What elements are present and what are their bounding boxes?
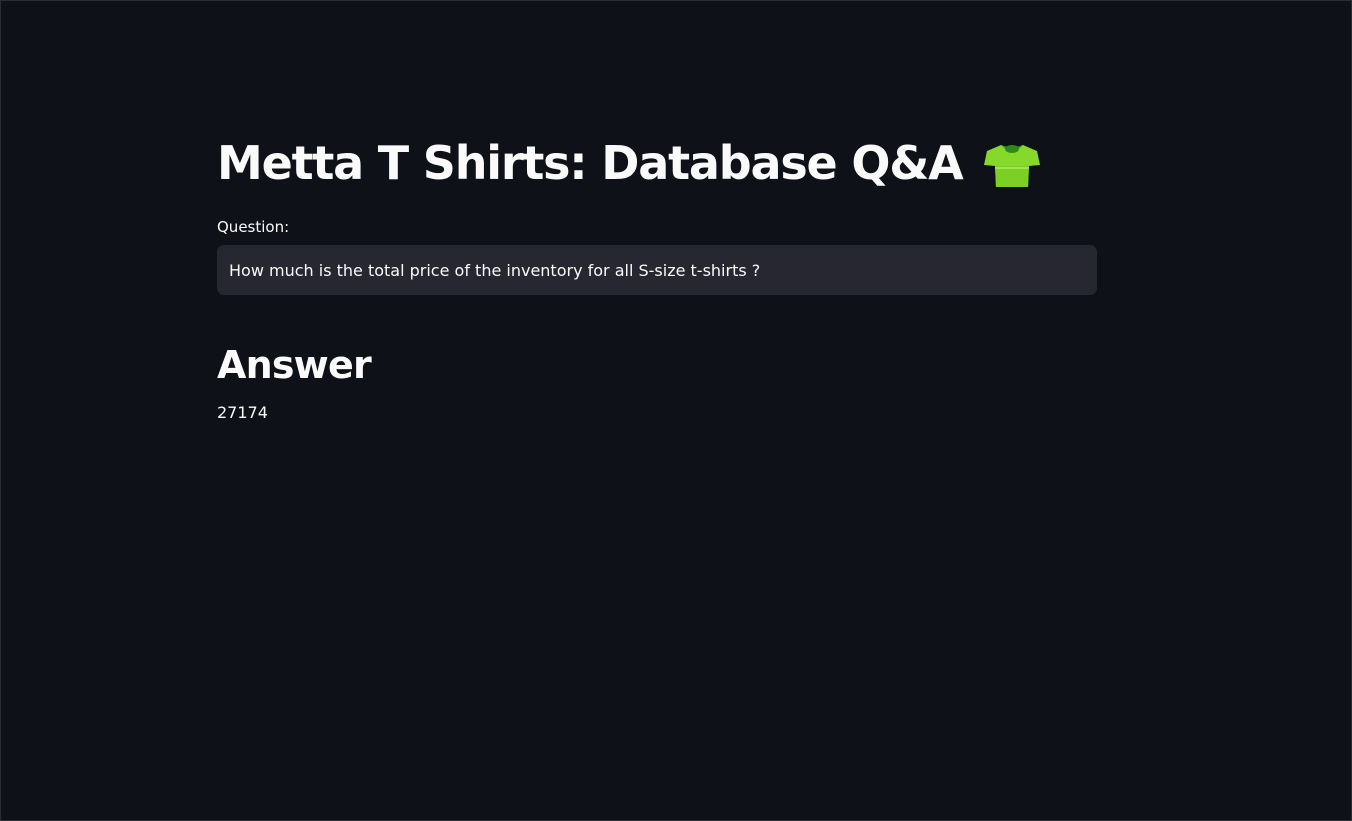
app-window: Metta T Shirts: Database Q&A Question: A…	[0, 0, 1352, 821]
question-label: Question:	[217, 218, 290, 236]
tshirt-icon	[983, 145, 1040, 187]
answer-heading: Answer	[217, 343, 372, 387]
answer-value: 27174	[217, 403, 268, 422]
question-input[interactable]	[217, 245, 1097, 295]
title-row: Metta T Shirts: Database Q&A	[217, 129, 1098, 197]
page-title: Metta T Shirts: Database Q&A	[217, 136, 964, 190]
main-content: Metta T Shirts: Database Q&A Question: A…	[217, 129, 1098, 424]
